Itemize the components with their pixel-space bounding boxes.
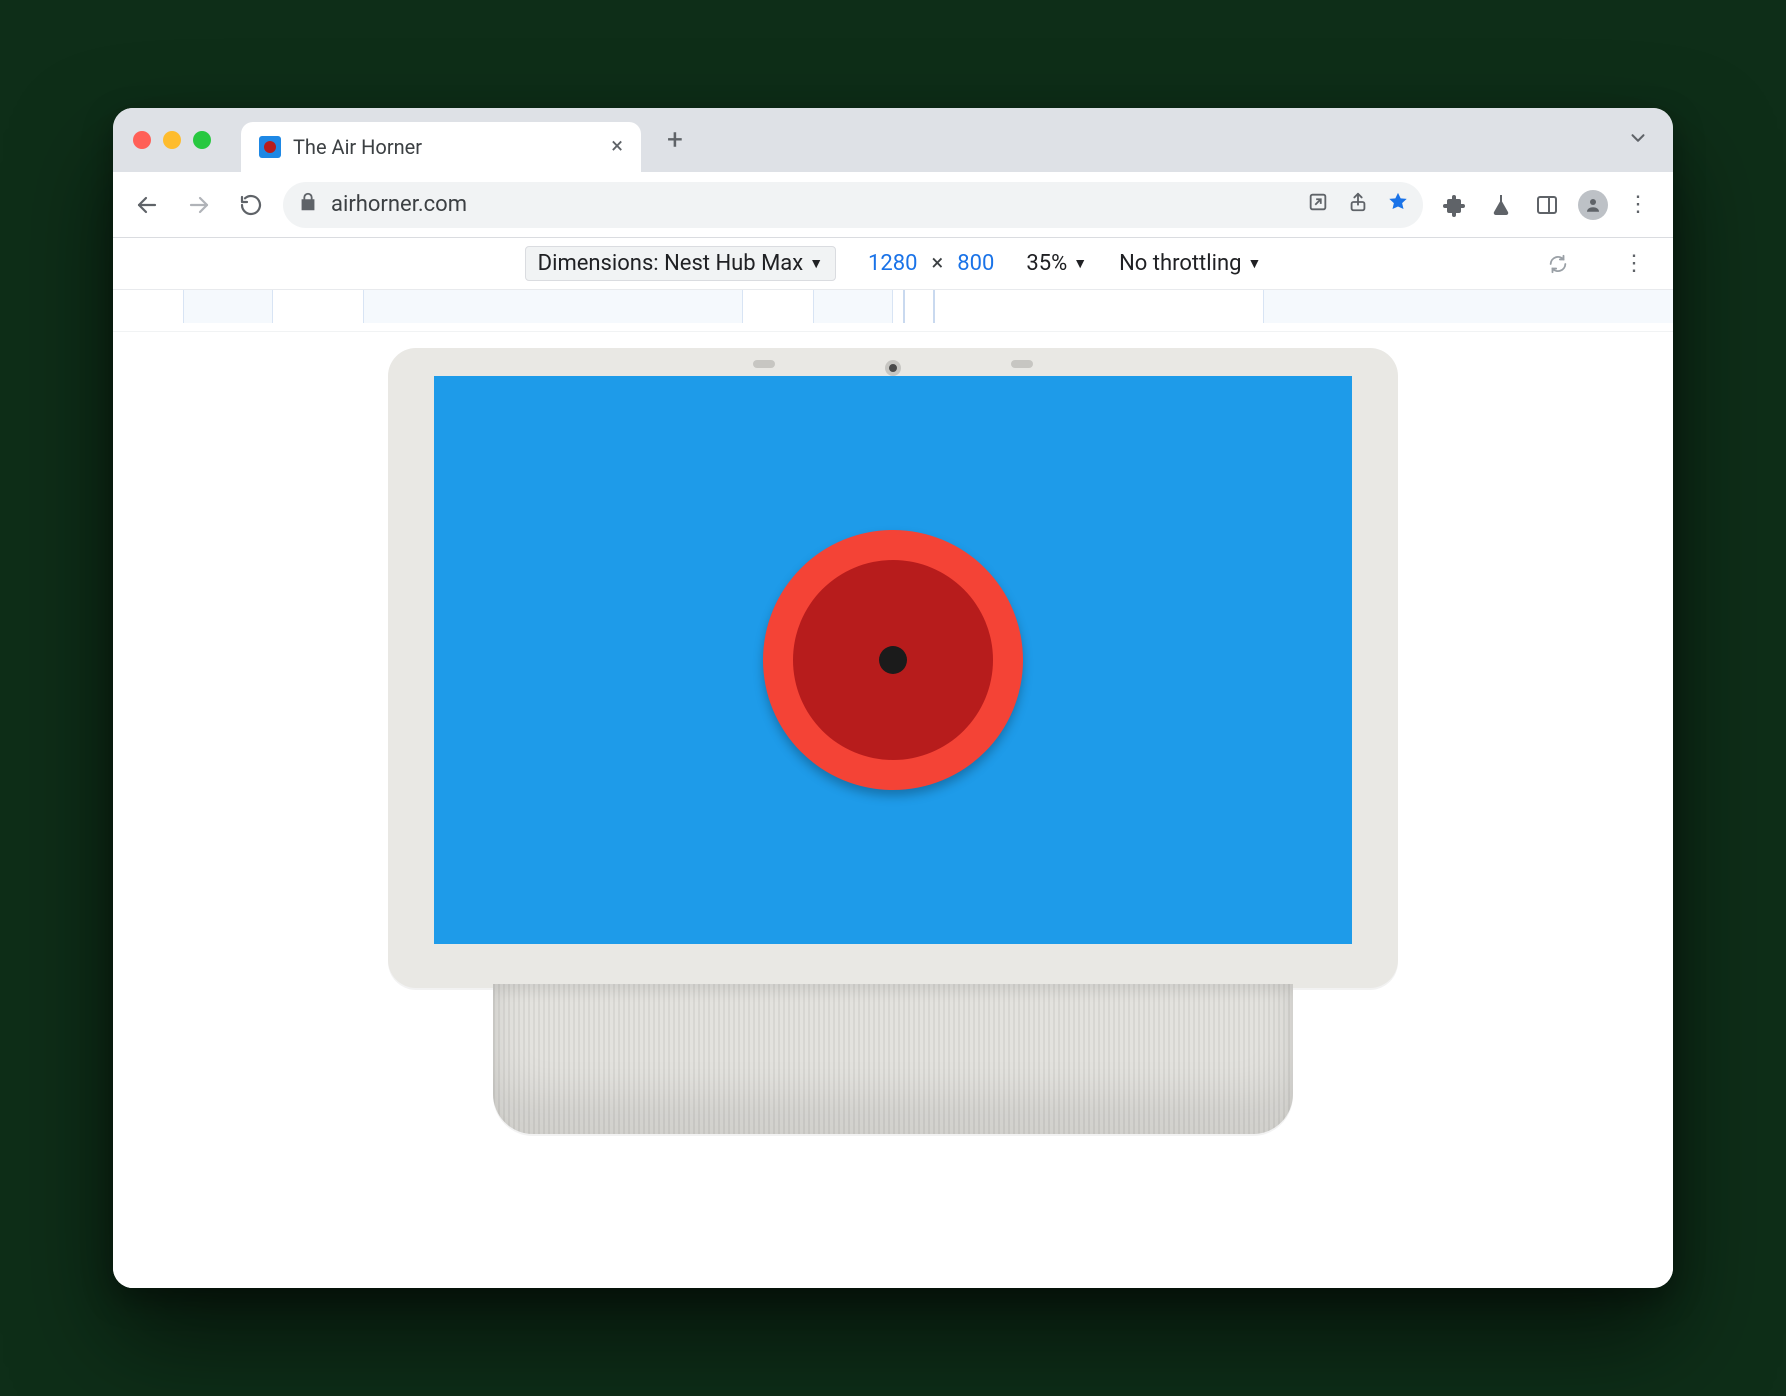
device-toolbar: Dimensions: Nest Hub Max ▼ 1280 × 800 35… xyxy=(113,238,1673,290)
window-zoom-button[interactable] xyxy=(193,131,211,149)
avatar-icon xyxy=(1578,190,1608,220)
bookmark-star-icon[interactable] xyxy=(1387,191,1409,219)
device-width-input[interactable]: 1280 xyxy=(868,251,917,276)
forward-button[interactable] xyxy=(179,185,219,225)
kebab-icon: ⋮ xyxy=(1627,192,1651,217)
browser-tab-active[interactable]: The Air Horner × xyxy=(241,122,641,172)
device-bezel xyxy=(388,348,1398,988)
device-base xyxy=(493,984,1293,1134)
device-sensors xyxy=(388,360,1398,376)
device-height-input[interactable]: 800 xyxy=(957,251,994,276)
device-preview-area xyxy=(113,332,1673,1288)
address-bar[interactable]: airhorner.com xyxy=(283,182,1423,228)
window-close-button[interactable] xyxy=(133,131,151,149)
dropdown-triangle-icon: ▼ xyxy=(1247,255,1261,272)
camera-icon xyxy=(885,360,901,376)
throttling-select[interactable]: No throttling ▼ xyxy=(1119,251,1261,276)
airhorner-favicon xyxy=(259,136,281,158)
new-tab-button[interactable]: + xyxy=(667,126,683,154)
sensor-pill-icon xyxy=(1011,360,1033,368)
labs-icon[interactable] xyxy=(1481,185,1521,225)
tab-search-button[interactable] xyxy=(1627,127,1649,153)
window-controls xyxy=(133,131,211,149)
device-dimensions: 1280 × 800 xyxy=(868,251,994,276)
page-content[interactable] xyxy=(434,376,1352,944)
share-icon[interactable] xyxy=(1347,191,1369,219)
airhorn-button[interactable] xyxy=(763,530,1023,790)
device-select[interactable]: Dimensions: Nest Hub Max ▼ xyxy=(525,246,836,281)
back-button[interactable] xyxy=(127,185,167,225)
url-text: airhorner.com xyxy=(331,192,1295,217)
airhorn-inner-circle xyxy=(793,560,993,760)
open-externally-icon[interactable] xyxy=(1307,191,1329,219)
browser-window: The Air Horner × + airhorner.com xyxy=(113,108,1673,1288)
device-toolbar-menu[interactable]: ⋮ xyxy=(1623,251,1645,276)
rotate-device-button[interactable] xyxy=(1541,247,1575,281)
titlebar: The Air Horner × + xyxy=(113,108,1673,172)
window-minimize-button[interactable] xyxy=(163,131,181,149)
side-panel-icon[interactable] xyxy=(1527,185,1567,225)
lock-icon xyxy=(297,191,319,219)
dimensions-separator: × xyxy=(932,251,944,276)
device-select-label: Dimensions: Nest Hub Max xyxy=(538,251,804,276)
extensions-icon[interactable] xyxy=(1435,185,1475,225)
browser-toolbar: airhorner.com xyxy=(113,172,1673,238)
toolbar-right-icons: ⋮ xyxy=(1435,185,1659,225)
kebab-icon: ⋮ xyxy=(1623,251,1645,276)
dropdown-triangle-icon: ▼ xyxy=(1073,255,1087,272)
zoom-select[interactable]: 35% ▼ xyxy=(1026,251,1087,276)
airhorn-dot xyxy=(879,646,907,674)
tab-close-button[interactable]: × xyxy=(611,136,623,158)
reload-button[interactable] xyxy=(231,185,271,225)
profile-avatar[interactable] xyxy=(1573,185,1613,225)
zoom-value: 35% xyxy=(1026,251,1067,276)
omnibox-trailing-icons xyxy=(1307,191,1409,219)
throttling-value: No throttling xyxy=(1119,251,1241,276)
sensor-pill-icon xyxy=(753,360,775,368)
dropdown-triangle-icon: ▼ xyxy=(809,255,823,272)
nest-hub-max-frame xyxy=(388,348,1398,1138)
media-query-ruler xyxy=(113,290,1673,332)
tab-title: The Air Horner xyxy=(293,135,599,159)
browser-menu-button[interactable]: ⋮ xyxy=(1619,185,1659,225)
